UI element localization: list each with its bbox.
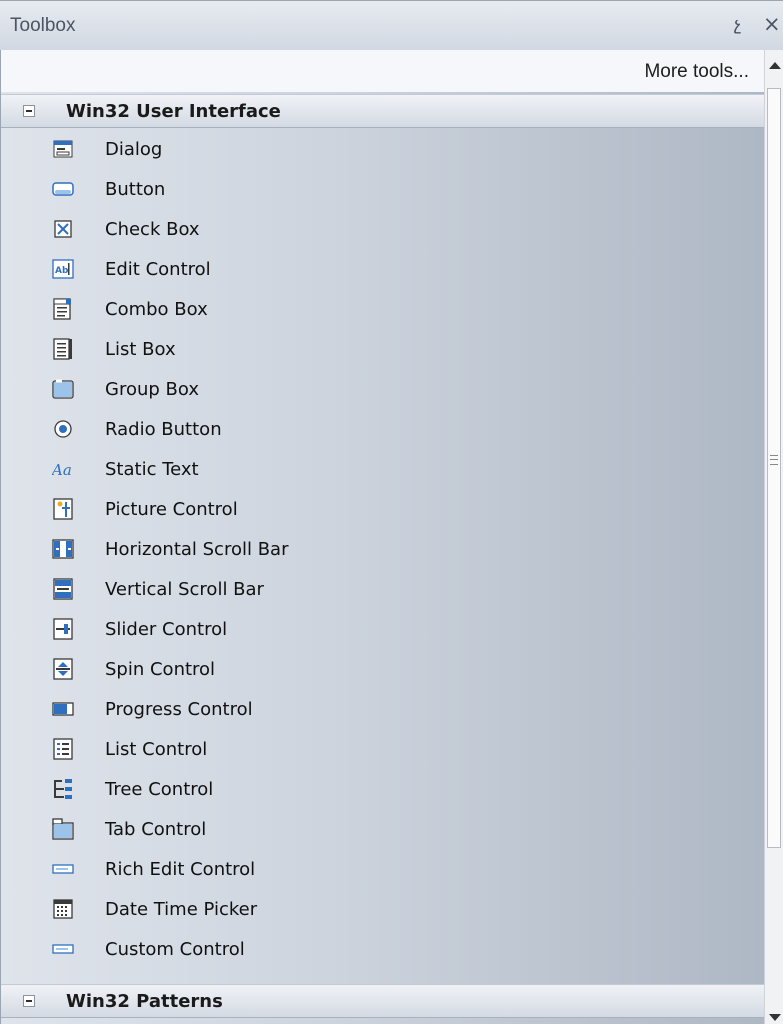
date-time-picker-icon	[52, 898, 74, 920]
toolbox-item[interactable]: Group Box	[1, 370, 764, 410]
svg-text:Aa: Aa	[52, 461, 72, 478]
scroll-up-arrow-icon[interactable]	[769, 62, 781, 69]
toolbox-item-label: Spin Control	[105, 659, 216, 680]
tab-icon	[52, 818, 74, 840]
toolbox-item[interactable]: Check Box	[1, 210, 764, 250]
toolbox-item[interactable]: Date Time Picker	[1, 890, 764, 930]
toolbox-item[interactable]: Spin Control	[1, 650, 764, 690]
toolbox-item-label: Custom Control	[105, 939, 245, 960]
toolbox-item-label: List Box	[105, 339, 176, 360]
list-box-icon	[52, 338, 74, 360]
toolbox-item-label: Vertical Scroll Bar	[105, 579, 264, 600]
more-tools-link[interactable]: More tools...	[644, 61, 749, 83]
close-icon[interactable]: ×	[763, 12, 781, 36]
checkbox-icon	[52, 218, 74, 240]
vertical-scrollbar[interactable]	[764, 50, 783, 1024]
group-box-icon	[52, 378, 74, 400]
toolbox-item[interactable]: Dialog	[1, 130, 764, 170]
scroll-thumb[interactable]	[767, 88, 781, 848]
collapse-icon[interactable]	[23, 105, 35, 117]
tree-icon	[52, 778, 74, 800]
toolbox-item-label: Picture Control	[105, 499, 238, 520]
toolbox-item-label: Static Text	[105, 459, 199, 480]
toolbox-item[interactable]: Ab Edit Control	[1, 250, 764, 290]
toolbox-item-label: Slider Control	[105, 619, 228, 640]
combo-box-icon	[52, 298, 74, 320]
svg-text:Ab: Ab	[55, 266, 69, 276]
dialog-icon	[52, 138, 74, 160]
toolbox-item-label: Radio Button	[105, 419, 222, 440]
scroll-down-arrow-icon[interactable]	[769, 1014, 781, 1021]
vertical-scroll-icon	[52, 578, 74, 600]
section-label: Win32 User Interface	[66, 101, 281, 122]
toolbox-item[interactable]: Horizontal Scroll Bar	[1, 530, 764, 570]
spin-icon	[52, 658, 74, 680]
edit-control-icon: Ab	[52, 258, 74, 280]
toolbox-item-label: Rich Edit Control	[105, 859, 256, 880]
picture-icon	[52, 498, 74, 520]
toolbox-item[interactable]: Vertical Scroll Bar	[1, 570, 764, 610]
toolbox-item-label: Edit Control	[105, 259, 211, 280]
toolbox-item[interactable]: Tab Control	[1, 810, 764, 850]
pin-icon[interactable]: չ	[734, 14, 741, 35]
slider-icon	[52, 618, 74, 640]
toolbox-item-label: Combo Box	[105, 299, 208, 320]
toolbox-item[interactable]: Picture Control	[1, 490, 764, 530]
toolbox-panel: More tools... Win32 User Interface Dialo…	[0, 50, 764, 1024]
toolbox-item-label: Group Box	[105, 379, 199, 400]
toolbox-title-bar: Toolbox չ ×	[0, 0, 783, 50]
progress-icon	[52, 698, 74, 720]
toolbox-item[interactable]: Aa Static Text	[1, 450, 764, 490]
toolbox-item[interactable]: Button	[1, 170, 764, 210]
grip-icon	[770, 455, 778, 465]
toolbox-item[interactable]: List Control	[1, 730, 764, 770]
more-tools-row: More tools...	[1, 50, 764, 92]
static-text-icon: Aa	[52, 458, 74, 480]
horizontal-scroll-icon	[52, 538, 74, 560]
rich-edit-icon	[52, 858, 74, 880]
button-icon	[52, 178, 74, 200]
toolbox-item-label: Horizontal Scroll Bar	[105, 539, 289, 560]
list-control-icon	[52, 738, 74, 760]
toolbox-item-label: Check Box	[105, 219, 200, 240]
toolbox-item[interactable]: Combo Box	[1, 290, 764, 330]
toolbox-item[interactable]: Rich Edit Control	[1, 850, 764, 890]
toolbox-item-label: Date Time Picker	[105, 899, 258, 920]
collapse-icon[interactable]	[23, 995, 35, 1007]
section-win32-patterns[interactable]: Win32 Patterns	[1, 984, 764, 1018]
toolbox-item[interactable]: Radio Button	[1, 410, 764, 450]
toolbox-item[interactable]: Slider Control	[1, 610, 764, 650]
toolbox-item-label: List Control	[105, 739, 208, 760]
toolbox-item[interactable]: Tree Control	[1, 770, 764, 810]
toolbox-item-label: Dialog	[105, 139, 163, 160]
section-label: Win32 Patterns	[66, 991, 223, 1012]
toolbox-item[interactable]: List Box	[1, 330, 764, 370]
radio-button-icon	[52, 418, 74, 440]
toolbox-item-label: Progress Control	[105, 699, 253, 720]
toolbox-item-label: Button	[105, 179, 166, 200]
toolbox-item-label: Tab Control	[105, 819, 207, 840]
custom-control-icon	[52, 938, 74, 960]
toolbox-item-label: Tree Control	[105, 779, 214, 800]
window-title: Toolbox	[10, 15, 76, 36]
toolbox-item[interactable]: Custom Control	[1, 930, 764, 970]
toolbox-item[interactable]: Progress Control	[1, 690, 764, 730]
section-win32-user-interface[interactable]: Win32 User Interface	[1, 94, 764, 128]
